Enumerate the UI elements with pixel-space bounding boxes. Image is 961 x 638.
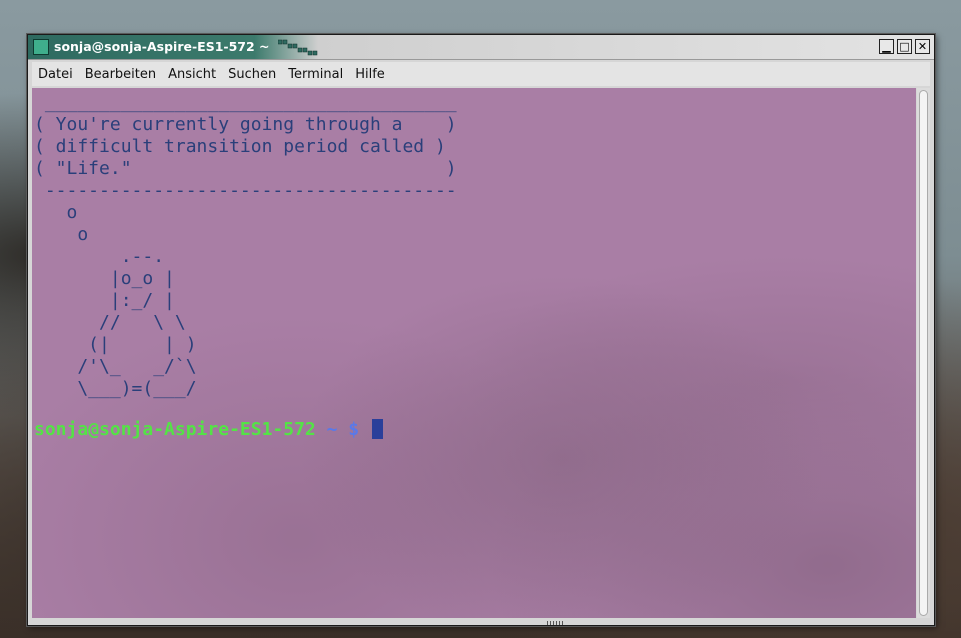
minimize-button[interactable]: ▁: [879, 39, 894, 54]
menu-ansicht[interactable]: Ansicht: [162, 67, 222, 82]
menu-suchen[interactable]: Suchen: [222, 67, 282, 82]
close-button[interactable]: ✕: [915, 39, 930, 54]
command-prompt[interactable]: sonja@sonja-Aspire-ES1-572 ~ $: [34, 419, 383, 441]
menu-hilfe[interactable]: Hilfe: [349, 67, 391, 82]
terminal-window-icon[interactable]: [33, 39, 49, 55]
menu-terminal[interactable]: Terminal: [282, 67, 349, 82]
prompt-path: ~: [326, 419, 338, 440]
maximize-icon: □: [899, 40, 910, 53]
prompt-user-host: sonja@sonja-Aspire-ES1-572: [34, 419, 316, 440]
terminal-area[interactable]: ______________________________________ (…: [32, 88, 916, 618]
resize-handle[interactable]: [547, 621, 565, 625]
close-icon: ✕: [917, 40, 928, 53]
terminal-window: sonja@sonja-Aspire-ES1-572 ~ ▁ □ ✕ Datei…: [27, 34, 935, 626]
menu-datei[interactable]: Datei: [32, 67, 79, 82]
vertical-scrollbar[interactable]: [917, 88, 930, 618]
titlebar-grip-icon: [278, 39, 318, 56]
terminal-output: ______________________________________ (…: [34, 92, 457, 399]
menu-bearbeiten[interactable]: Bearbeiten: [79, 67, 162, 82]
prompt-symbol: $: [348, 419, 360, 440]
scrollbar-thumb[interactable]: [919, 90, 928, 616]
window-title: sonja@sonja-Aspire-ES1-572 ~: [54, 39, 270, 54]
text-cursor: [371, 419, 383, 439]
menu-bar: Datei Bearbeiten Ansicht Suchen Terminal…: [32, 62, 930, 86]
title-bar[interactable]: sonja@sonja-Aspire-ES1-572 ~ ▁ □ ✕: [28, 35, 934, 60]
maximize-button[interactable]: □: [897, 39, 912, 54]
minimize-icon: ▁: [882, 40, 891, 53]
